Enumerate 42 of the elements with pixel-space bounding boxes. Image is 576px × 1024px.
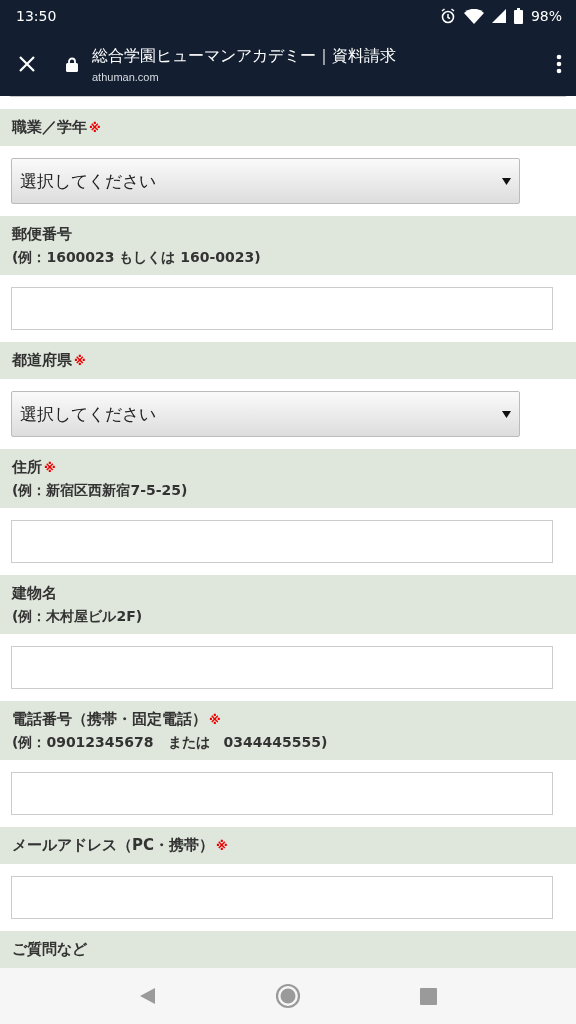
alarm-icon	[439, 8, 456, 24]
wifi-icon	[463, 8, 484, 24]
field-label: 都道府県	[12, 351, 72, 370]
select-value: 選択してください	[20, 169, 156, 193]
back-icon[interactable]	[139, 987, 158, 1005]
lock-icon	[66, 56, 78, 72]
battery-icon	[513, 8, 523, 24]
select-value: 選択してください	[20, 402, 156, 426]
input-field[interactable]	[11, 772, 553, 815]
required-mark: ※	[44, 460, 56, 475]
input-field[interactable]	[11, 520, 553, 563]
field-hint: (例：新宿区西新宿7-5-25)	[12, 482, 189, 500]
input-field[interactable]	[11, 876, 553, 919]
required-mark: ※	[74, 353, 86, 368]
battery-percent: 98%	[530, 8, 562, 24]
page-title: 総合学園ヒューマンアカデミー｜資料請求	[92, 45, 397, 67]
close-icon[interactable]	[18, 55, 36, 73]
more-menu-icon[interactable]	[556, 54, 562, 74]
select-field[interactable]: 選択してください	[11, 391, 520, 437]
input-field[interactable]	[11, 287, 553, 330]
field-label: 電話番号（携帯・固定電話）	[12, 710, 207, 729]
required-mark: ※	[209, 712, 221, 727]
select-field[interactable]: 選択してください	[11, 158, 520, 204]
field-label: 住所	[12, 458, 42, 477]
recents-icon[interactable]	[419, 987, 437, 1005]
field-hint: (例：木村屋ビル2F)	[12, 608, 144, 626]
home-icon[interactable]	[275, 983, 302, 1009]
field-label: ご質問など	[12, 940, 87, 959]
field-label: 郵便番号	[12, 225, 72, 244]
field-label: 職業／学年	[12, 118, 87, 137]
dropdown-arrow-icon	[502, 410, 511, 418]
field-label: メールアドレス（PC・携帯）	[12, 836, 214, 855]
required-mark: ※	[89, 120, 101, 135]
dropdown-arrow-icon	[502, 177, 511, 185]
field-hint: (例：09012345678 または 0344445555)	[12, 734, 329, 752]
field-label: 建物名	[12, 584, 57, 603]
input-field[interactable]	[11, 646, 553, 689]
page-url: athuman.com	[92, 70, 160, 83]
required-mark: ※	[216, 838, 228, 853]
signal-icon	[491, 9, 506, 23]
field-hint: (例：1600023 もしくは 160-0023)	[12, 249, 262, 267]
clock-time: 13:50	[16, 8, 57, 24]
